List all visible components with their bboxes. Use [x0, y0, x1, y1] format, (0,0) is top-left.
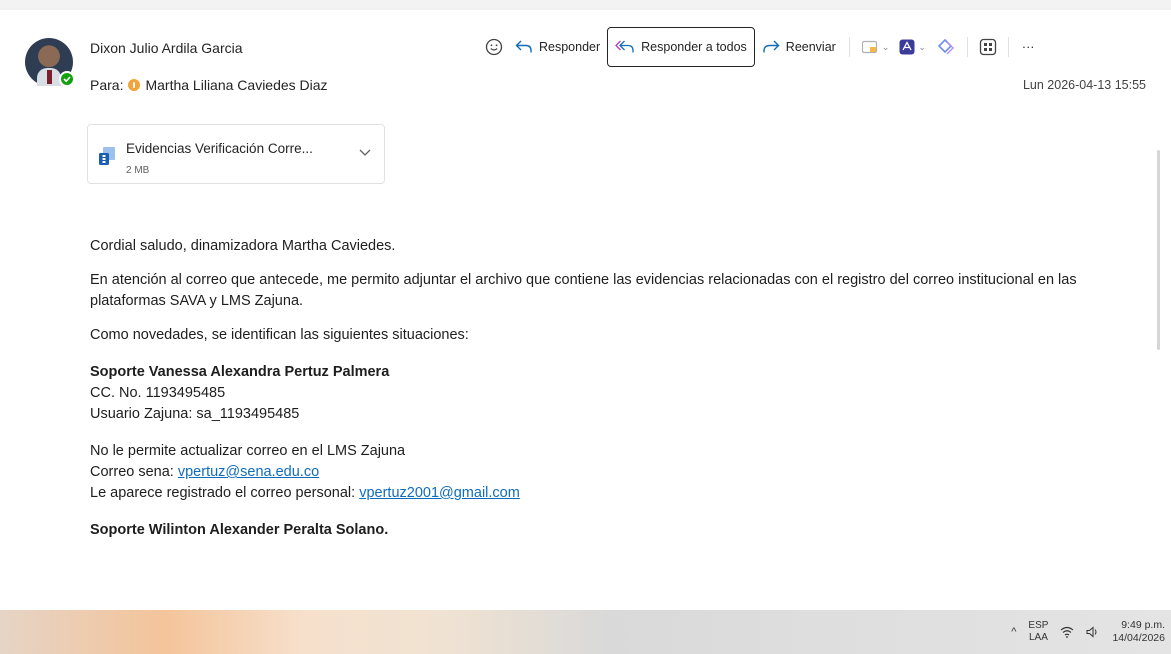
clock-date: 14/04/2026: [1112, 632, 1165, 644]
more-actions-label: ···: [1021, 40, 1035, 54]
vertical-scrollbar[interactable]: [1157, 150, 1160, 350]
to-label: Para:: [90, 77, 124, 93]
reply-all-label: Responder a todos: [641, 40, 747, 54]
reading-pane: Dixon Julio Ardila Garcia Para: Martha L…: [10, 10, 1160, 610]
case1-issue: No le permite actualizar correo en el LM…: [90, 443, 406, 459]
window-top-strip: [0, 0, 1171, 10]
chevron-down-icon[interactable]: [358, 145, 372, 159]
system-tray: ^ ESP LAA 9:49 p.m. 14/04/2026: [1011, 610, 1165, 654]
pdf-icon: [899, 39, 915, 55]
attachment-card[interactable]: Evidencias Verificación Corre... 2 MB: [87, 124, 385, 184]
apps-grid-icon: [979, 38, 997, 56]
reply-arrow-icon: [515, 40, 532, 53]
smiley-icon: [485, 38, 503, 56]
presence-available-icon: [59, 71, 75, 87]
case1-user: Usuario Zajuna: sa_1193495485: [90, 406, 300, 422]
avatar-tie: [47, 70, 52, 84]
folder-move-icon: [861, 40, 877, 54]
taskbar-clock[interactable]: 9:49 p.m. 14/04/2026: [1112, 619, 1165, 645]
move-to-folder-button[interactable]: ⌄: [856, 28, 895, 66]
email-timestamp: Lun 2026-04-13 15:55: [1022, 78, 1146, 92]
forward-button[interactable]: Reenviar: [755, 28, 843, 66]
greeting-text: Cordial saludo, dinamizadora Martha Cavi…: [90, 238, 396, 254]
chevron-down-icon: ⌄: [881, 41, 890, 52]
windows-taskbar: ^ ESP LAA 9:49 p.m. 14/04/2026: [0, 610, 1171, 654]
case2-title: Soporte Wilinton Alexander Peralta Solan…: [90, 522, 389, 538]
intro-paragraph: En atención al correo que antecede, me p…: [90, 272, 1077, 309]
toolbar-divider: [848, 37, 850, 57]
language-code: ESP: [1028, 620, 1049, 631]
case1-sena-label: Correo sena:: [90, 464, 178, 480]
link-chain-icon: [937, 38, 954, 55]
recipient-name[interactable]: Martha Liliana Caviedes Diaz: [145, 77, 327, 93]
case1-personal-label: Le aparece registrado el correo personal…: [90, 485, 360, 501]
language-indicator[interactable]: ESP LAA: [1028, 620, 1048, 644]
sender-name[interactable]: Dixon Julio Ardila Garcia: [90, 40, 243, 56]
clock-time: 9:49 p.m.: [1121, 619, 1165, 631]
keyboard-layout: LAA: [1028, 632, 1048, 643]
reply-all-arrow-icon: [615, 40, 634, 53]
forward-arrow-icon: [763, 40, 780, 53]
email-body: Cordial saludo, dinamizadora Martha Cavi…: [90, 236, 1130, 541]
emoji-reaction-button[interactable]: [480, 28, 508, 66]
personal-email-link[interactable]: vpertuz2001@gmail.com: [359, 485, 520, 501]
case1-title: Soporte Vanessa Alexandra Pertuz Palmera: [90, 364, 390, 380]
reply-all-button[interactable]: Responder a todos: [607, 27, 755, 67]
message-toolbar: Responder Responder a todos Reenviar ⌄ ⌄…: [480, 27, 1042, 67]
recipient-row: Para: Martha Liliana Caviedes Diaz: [90, 77, 328, 93]
toolbar-divider: [966, 37, 968, 57]
apps-button[interactable]: [974, 28, 1002, 66]
acrobat-button[interactable]: ⌄: [894, 28, 931, 66]
recipient-status-icon: [128, 79, 141, 91]
wifi-icon[interactable]: [1060, 626, 1074, 638]
case1-personal-line: Le aparece registrado el correo personal…: [90, 483, 1130, 504]
sena-email-link[interactable]: vpertuz@sena.edu.co: [178, 464, 319, 480]
toolbar-divider: [1007, 37, 1009, 57]
compressed-file-icon: [99, 147, 115, 165]
case1-cc: CC. No. 1193495485: [90, 385, 226, 401]
reply-button[interactable]: Responder: [508, 28, 607, 66]
reply-label: Responder: [539, 40, 601, 54]
chevron-down-icon: ⌄: [918, 41, 926, 52]
case1-sena-line: Correo sena: vpertuz@sena.edu.co: [90, 462, 1130, 483]
volume-icon[interactable]: [1086, 626, 1100, 638]
forward-label: Reenviar: [785, 40, 836, 54]
more-actions-button[interactable]: ···: [1015, 28, 1042, 66]
attachment-size: 2 MB: [126, 165, 150, 176]
show-hidden-icons-chevron-icon[interactable]: ^: [1011, 626, 1016, 638]
novelties-paragraph: Como novedades, se identifican las sigui…: [90, 327, 469, 343]
loop-button[interactable]: [931, 28, 961, 66]
attachment-name: Evidencias Verificación Corre...: [126, 141, 313, 156]
